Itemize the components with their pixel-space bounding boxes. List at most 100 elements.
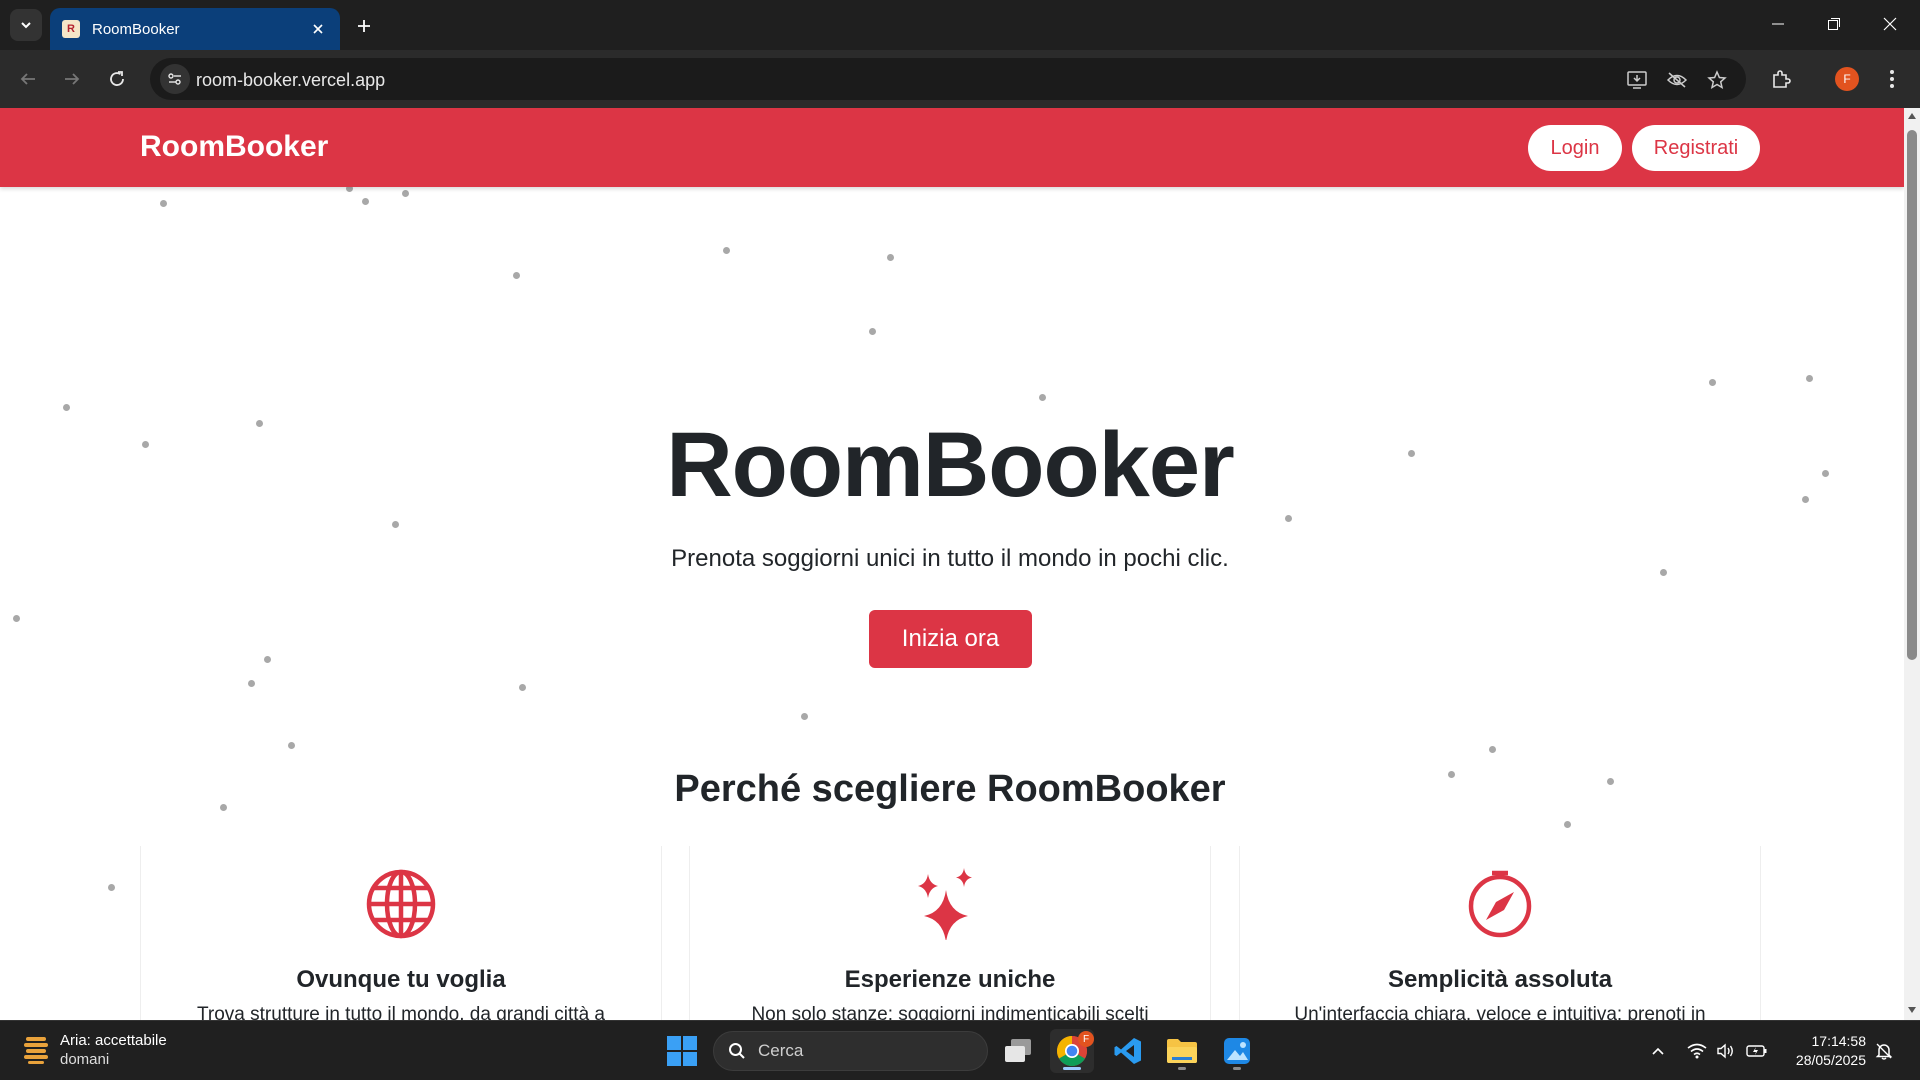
tab-title: RoomBooker xyxy=(92,20,180,38)
forward-button[interactable] xyxy=(56,63,88,95)
extensions-button[interactable] xyxy=(1765,63,1797,95)
site-info-button[interactable] xyxy=(160,64,190,94)
particle-dot xyxy=(801,713,808,720)
particle-dot xyxy=(402,190,409,197)
wifi-icon xyxy=(1687,1043,1707,1059)
tab-close-button[interactable] xyxy=(308,19,328,39)
particle-dot xyxy=(1564,821,1571,828)
weather-status: Aria: accettabile xyxy=(60,1032,167,1049)
minimize-button[interactable] xyxy=(1750,0,1806,48)
feature-text: Non solo stanze: soggiorni indimenticabi… xyxy=(751,1004,1149,1020)
browser-tab-active[interactable]: R RoomBooker xyxy=(50,8,340,50)
features-heading: Perché scegliere RoomBooker xyxy=(674,768,1226,810)
particle-dot xyxy=(160,200,167,207)
back-button[interactable] xyxy=(12,63,44,95)
install-app-button[interactable] xyxy=(1624,67,1650,93)
bookmark-button[interactable] xyxy=(1704,67,1730,93)
get-started-button[interactable]: Inizia ora xyxy=(869,610,1032,668)
site-favicon: R xyxy=(62,20,80,38)
scroll-up-arrow[interactable] xyxy=(1906,110,1918,122)
battery-status[interactable] xyxy=(1745,1039,1769,1063)
restore-button[interactable] xyxy=(1806,0,1862,48)
arrow-right-icon xyxy=(65,73,80,85)
scrollbar-thumb[interactable] xyxy=(1907,130,1917,660)
tracking-protection-button[interactable] xyxy=(1664,67,1690,93)
taskbar-chrome[interactable]: F xyxy=(1050,1029,1094,1073)
close-window-button[interactable] xyxy=(1862,0,1918,48)
show-hidden-icons-button[interactable] xyxy=(1646,1039,1670,1063)
feature-text: Un'interfaccia chiara, veloce e intuitiv… xyxy=(1294,1004,1706,1020)
particle-dot xyxy=(264,656,271,663)
taskbar-vscode[interactable] xyxy=(1106,1029,1150,1073)
particle-dot xyxy=(1039,394,1046,401)
site-brand[interactable]: RoomBooker xyxy=(140,130,328,164)
reload-button[interactable] xyxy=(101,63,133,95)
particle-dot xyxy=(248,680,255,687)
register-button[interactable]: Registrati xyxy=(1632,125,1760,171)
feature-card: Semplicità assoluta Un'interfaccia chiar… xyxy=(1239,846,1761,1020)
particle-dot xyxy=(1489,746,1496,753)
search-icon xyxy=(729,1043,745,1059)
star-icon xyxy=(1707,70,1727,90)
search-placeholder: Cerca xyxy=(758,1041,804,1060)
tune-icon xyxy=(168,73,181,85)
reload-icon xyxy=(110,71,124,86)
particle-dot xyxy=(392,521,399,528)
system-clock[interactable]: 17:14:58 28/05/2025 xyxy=(1780,1032,1866,1070)
install-icon xyxy=(1627,71,1647,89)
running-app-indicator xyxy=(1233,1067,1241,1070)
taskbar-photos[interactable] xyxy=(1215,1029,1259,1073)
particle-dot xyxy=(108,884,115,891)
start-button[interactable] xyxy=(660,1029,704,1073)
particle-dot xyxy=(1709,379,1716,386)
puzzle-icon xyxy=(1773,70,1791,88)
feature-title: Ovunque tu voglia xyxy=(296,966,506,993)
browser-tab-bar: R RoomBooker xyxy=(0,0,1920,50)
weather-when: domani xyxy=(60,1051,110,1068)
folder-icon xyxy=(1167,1039,1197,1063)
taskbar-file-explorer[interactable] xyxy=(1160,1029,1204,1073)
page-viewport: RoomBooker Login Registrati RoomBooker P… xyxy=(0,108,1904,1020)
compass-icon xyxy=(1468,870,1532,938)
hero-title: RoomBooker xyxy=(666,414,1235,516)
site-navbar: RoomBooker Login Registrati xyxy=(0,108,1904,187)
windows-logo-icon xyxy=(667,1036,697,1066)
volume-icon xyxy=(1717,1043,1733,1059)
close-icon xyxy=(1883,17,1897,31)
particle-dot xyxy=(513,272,520,279)
tab-search-button[interactable] xyxy=(10,9,42,41)
weather-widget[interactable]: Aria: accettabile domani xyxy=(22,1031,167,1069)
air-quality-icon xyxy=(24,1037,48,1064)
wifi-status[interactable] xyxy=(1685,1039,1709,1063)
page-scrollbar[interactable] xyxy=(1904,108,1920,1020)
particle-dot xyxy=(519,684,526,691)
arrow-left-icon xyxy=(20,73,35,85)
feature-card: Esperienze uniche Non solo stanze: soggi… xyxy=(689,846,1211,1020)
scroll-down-arrow[interactable] xyxy=(1906,1004,1918,1016)
profile-avatar[interactable]: F xyxy=(1835,67,1859,91)
chevron-up-icon xyxy=(1652,1047,1664,1055)
kebab-menu-icon xyxy=(1890,70,1894,88)
windows-taskbar: Aria: accettabile domani Cerca F 17:14:5… xyxy=(0,1020,1920,1080)
feature-title: Esperienze uniche xyxy=(844,966,1056,993)
hero-subtitle: Prenota soggiorni unici in tutto il mond… xyxy=(671,545,1229,572)
running-app-indicator xyxy=(1178,1067,1186,1070)
notifications-button[interactable] xyxy=(1872,1039,1896,1063)
address-bar[interactable]: room-booker.vercel.app xyxy=(150,58,1746,100)
active-app-indicator xyxy=(1063,1067,1081,1070)
taskbar-search[interactable]: Cerca xyxy=(713,1031,988,1071)
login-button[interactable]: Login xyxy=(1528,125,1622,171)
particle-dot xyxy=(723,247,730,254)
volume-status[interactable] xyxy=(1714,1039,1738,1063)
globe-icon xyxy=(366,869,436,939)
new-tab-button[interactable] xyxy=(350,12,378,40)
task-view-button[interactable] xyxy=(996,1029,1040,1073)
browser-menu-button[interactable] xyxy=(1876,63,1908,95)
url-text: room-booker.vercel.app xyxy=(196,70,386,90)
chevron-down-icon xyxy=(21,22,31,29)
vscode-icon xyxy=(1114,1038,1141,1064)
plus-icon xyxy=(358,20,370,32)
particle-dot xyxy=(362,198,369,205)
particle-dot xyxy=(887,254,894,261)
particle-dot xyxy=(1806,375,1813,382)
